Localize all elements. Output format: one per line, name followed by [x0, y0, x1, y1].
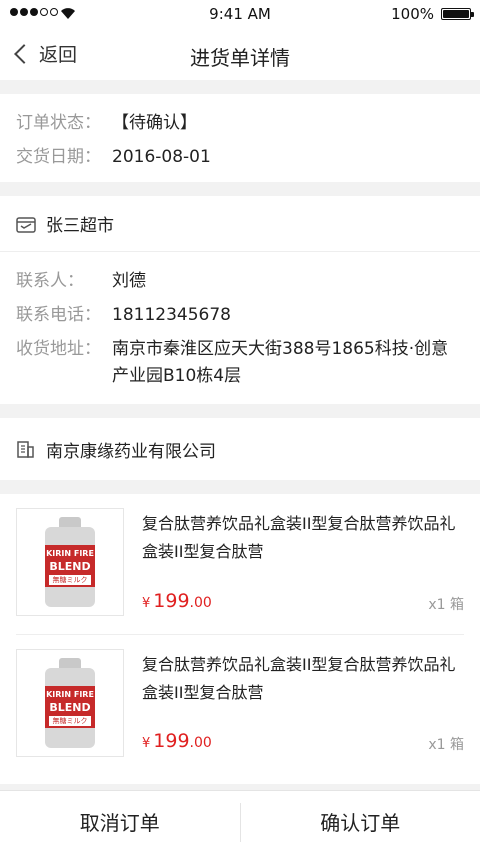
- order-status-value: 【待确认】: [112, 113, 197, 133]
- page-title: 进货单详情: [190, 46, 290, 70]
- shop-card: 张三超市 联系人： 刘德 联系电话： 18112345678 收货地址： 南京市…: [0, 196, 480, 404]
- shop-contact: 联系人： 刘德 联系电话： 18112345678 收货地址： 南京市秦淮区应天…: [0, 252, 480, 404]
- address-label: 收货地址：: [16, 339, 101, 359]
- delivery-date-value: 2016-08-01: [112, 147, 211, 167]
- address-row: 收货地址： 南京市秦淮区应天大街388号1865科技·创意产业园B10栋4层: [16, 332, 464, 390]
- battery-percent: 100%: [391, 5, 434, 23]
- cancel-order-button[interactable]: 取消订单: [0, 791, 240, 854]
- product-price: ¥ 199 .00: [142, 590, 212, 612]
- contact-phone-label: 联系电话：: [16, 305, 101, 325]
- order-status-row: 订单状态： 【待确认】: [16, 106, 464, 140]
- order-status-card: 订单状态： 【待确认】 交货日期： 2016-08-01: [0, 94, 480, 182]
- goods-list: KIRIN FIRE BLEND 無糖ミルク 复合肽营养饮品礼盒装II型复合肽营…: [0, 494, 480, 784]
- product-name: 复合肽营养饮品礼盒装II型复合肽营养饮品礼盒装II型复合肽营: [142, 655, 456, 702]
- product-name: 复合肽营养饮品礼盒装II型复合肽营养饮品礼盒装II型复合肽营: [142, 514, 456, 561]
- order-status-label: 订单状态：: [16, 113, 101, 133]
- product-image: KIRIN FIRE BLEND 無糖ミルク: [16, 508, 124, 616]
- contact-person-value: 刘德: [112, 271, 146, 291]
- delivery-date-label: 交货日期：: [16, 147, 101, 167]
- contact-phone-row: 联系电话： 18112345678: [16, 298, 464, 332]
- shop-name: 张三超市: [46, 216, 114, 236]
- product-quantity: x1 箱: [428, 597, 464, 613]
- supplier-card: 南京康缘药业有限公司: [0, 418, 480, 480]
- goods-item[interactable]: KIRIN FIRE BLEND 無糖ミルク 复合肽营养饮品礼盒装II型复合肽营…: [16, 634, 464, 774]
- contact-phone-value[interactable]: 18112345678: [112, 298, 231, 332]
- building-icon: [17, 441, 34, 458]
- nav-bar: 返回 进货单详情: [0, 28, 480, 80]
- goods-item[interactable]: KIRIN FIRE BLEND 無糖ミルク 复合肽营养饮品礼盒装II型复合肽营…: [16, 508, 464, 634]
- supplier-name: 南京康缘药业有限公司: [46, 441, 216, 462]
- confirm-order-button[interactable]: 确认订单: [241, 791, 480, 854]
- contact-person-label: 联系人：: [16, 271, 84, 291]
- product-image: KIRIN FIRE BLEND 無糖ミルク: [16, 649, 124, 757]
- action-bar: 取消订单 确认订单: [0, 790, 480, 854]
- address-value: 南京市秦淮区应天大街388号1865科技·创意产业园B10栋4层: [112, 339, 449, 386]
- battery-icon: [441, 8, 474, 20]
- delivery-date-row: 交货日期： 2016-08-01: [16, 140, 464, 174]
- contact-person-row: 联系人： 刘德: [16, 264, 464, 298]
- status-bar: 9:41 AM 100%: [0, 0, 480, 28]
- shop-header: 张三超市: [0, 196, 480, 252]
- product-quantity: x1 箱: [428, 737, 464, 753]
- store-icon: [16, 216, 36, 233]
- product-price: ¥ 199 .00: [142, 730, 212, 752]
